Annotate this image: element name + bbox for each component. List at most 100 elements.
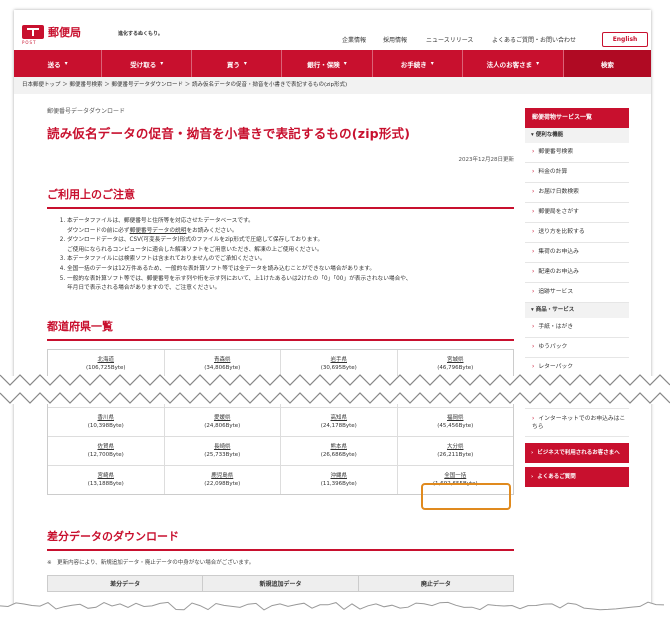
note-text: 本データファイルは、郵便番号と住所等を対応させたデータベースです。 xyxy=(67,218,254,224)
pref-cell: 高知県 (24,178Byte) xyxy=(281,408,398,436)
notice-divider xyxy=(47,207,514,209)
logo-sub: POST xyxy=(22,40,37,45)
diff-col: 差分データ xyxy=(48,576,204,591)
chevron-down-icon: ▾ xyxy=(64,60,68,67)
nav-label: お手続き xyxy=(400,60,427,69)
note-item: 本データファイルには検索ソフトは含まれておりませんのでご承知ください。 xyxy=(67,255,534,265)
pref-link[interactable]: 沖縄県 xyxy=(281,472,397,480)
nav-label: 送る xyxy=(47,60,61,69)
sidebar-item[interactable]: 追跡サービス xyxy=(525,283,629,303)
diff-col: 新規追加データ xyxy=(203,576,359,591)
pref-cell: 鹿児島県 (22,098Byte) xyxy=(165,466,281,494)
page-break-tear xyxy=(0,374,670,404)
sidebar-item[interactable]: 配達のお申込み xyxy=(525,263,629,283)
pref-link[interactable]: 熊本県 xyxy=(281,443,397,451)
util-link-faq[interactable]: よくあるご質問・お問い合わせ xyxy=(492,35,576,44)
business-button[interactable]: ビジネスで利用されるお客さまへ xyxy=(525,443,629,463)
sidebar-section-label: 便利な機能 xyxy=(535,132,564,138)
pref-link[interactable]: 北海道 xyxy=(48,356,164,364)
note-item: ダウンロードデータは、CSV(可変長データ)形式のファイルをzip形式で圧縮して… xyxy=(67,236,534,255)
sidebar-item[interactable]: ゆうパック xyxy=(525,338,629,358)
nav-buy[interactable]: 買う ▾ xyxy=(192,50,283,77)
nav-label: 買う xyxy=(226,60,240,69)
page-frame: POST 郵便局 進化するぬくもり。 企業情報 採用情報 ニュースリリース よく… xyxy=(14,10,651,610)
pref-link[interactable]: 香川県 xyxy=(48,414,164,422)
note-item: 一般的な表計算ソフト等では、郵便番号を示す列や桁を示す列において、上1けたあるい… xyxy=(67,275,534,294)
sidebar-item[interactable]: お届け日数検索 xyxy=(525,183,629,203)
nav-bank-insurance[interactable]: 銀行・保険 ▾ xyxy=(282,50,373,77)
sidebar: 郵便荷物サービス一覧 ▾ 便利な機能 郵便番号検索料金の計算お届け日数検索郵便局… xyxy=(525,108,629,487)
pref-link[interactable]: 青森県 xyxy=(165,356,281,364)
pref-cell: 香川県 (10,398Byte) xyxy=(48,408,165,436)
pref-link[interactable]: 大分県 xyxy=(398,443,514,451)
highlight-box xyxy=(421,483,511,510)
diff-col: 廃止データ xyxy=(420,581,451,588)
pref-link[interactable]: 佐賀県 xyxy=(48,443,164,451)
pref-link[interactable]: 愛媛県 xyxy=(165,414,281,422)
pref-cell: 熊本県 (26,686Byte) xyxy=(281,437,398,465)
pref-link[interactable]: 岩手県 xyxy=(281,356,397,364)
chevron-down-icon: ▾ xyxy=(343,60,347,67)
logo-text: 郵便局 xyxy=(48,26,81,39)
pref-link[interactable]: 福岡県 xyxy=(398,414,514,422)
main-content: 郵便番号データダウンロード 読み仮名データの促音・拗音を小書きで表記するもの(z… xyxy=(47,106,514,592)
nav-send[interactable]: 送る ▾ xyxy=(14,50,103,77)
sidebar-item[interactable]: 手紙・はがき xyxy=(525,318,629,338)
chevron-down-icon: ▾ xyxy=(430,60,434,67)
note-text: をお読みください。 xyxy=(186,227,238,234)
sidebar-item[interactable]: 集荷のお申込み xyxy=(525,243,629,263)
nav-procedures[interactable]: お手続き ▾ xyxy=(373,50,463,77)
pref-cell: 福岡県 (45,456Byte) xyxy=(398,408,514,436)
logo[interactable]: POST 郵便局 xyxy=(22,24,81,45)
pref-cell: 宮崎県 (13,188Byte) xyxy=(48,466,165,494)
pref-cell: 佐賀県 (12,700Byte) xyxy=(48,437,165,465)
util-link-recruit[interactable]: 採用情報 xyxy=(383,35,407,44)
nav-receive[interactable]: 受け取る ▾ xyxy=(102,50,193,77)
nav-search-button[interactable]: 検索 xyxy=(563,50,651,77)
note-item: 本データファイルは、郵便番号と住所等を対応させたデータベースです。ダウンロードの… xyxy=(67,217,534,236)
post-logo-icon xyxy=(22,25,44,39)
note-text: ダウンロードの前に必ず xyxy=(67,227,130,234)
pref-link[interactable]: 宮崎県 xyxy=(48,472,164,480)
pref-size: (25,733Byte) xyxy=(204,452,241,458)
sidebar-products-list: 手紙・はがきゆうパックレターパック xyxy=(525,318,629,378)
pref-cell: 沖縄県 (11,396Byte) xyxy=(281,466,398,494)
pref-link[interactable]: 宮城県 xyxy=(398,356,514,364)
pref-divider xyxy=(47,339,514,341)
sidebar-item[interactable]: 郵便局をさがす xyxy=(525,203,629,223)
pref-size: (26,211Byte) xyxy=(437,452,474,458)
sidebar-section-tools: ▾ 便利な機能 xyxy=(525,128,629,143)
sidebar-item[interactable]: 郵便番号検索 xyxy=(525,143,629,163)
faq-button[interactable]: よくあるご質問 xyxy=(525,467,629,487)
pref-size: (12,700Byte) xyxy=(87,452,124,458)
pref-link[interactable]: 鹿児島県 xyxy=(165,472,281,480)
sidebar-item[interactable]: 送り方を比較する xyxy=(525,223,629,243)
sidebar-section-products: ▾ 商品・サービス xyxy=(525,303,629,318)
english-button[interactable]: English xyxy=(602,32,648,47)
notice-list: 本データファイルは、郵便番号と住所等を対応させたデータベースです。ダウンロードの… xyxy=(47,217,534,294)
chevron-down-icon: ▾ xyxy=(160,60,164,67)
util-link-news[interactable]: ニュースリリース xyxy=(426,35,473,44)
pref-size: (45,456Byte) xyxy=(437,423,474,429)
sidebar-item-online-apply[interactable]: インターネットでのお申込みはこちら xyxy=(525,409,629,437)
diff-heading: 差分データのダウンロード xyxy=(47,530,179,543)
note-text: 年月日で表示される場合がありますので、ご注意ください。 xyxy=(67,285,221,292)
pref-link[interactable]: 高知県 xyxy=(281,414,397,422)
note-text: 本データファイルには検索ソフトは含まれておりませんのでご承知ください。 xyxy=(67,256,266,263)
chevron-down-icon: ▾ xyxy=(536,60,540,67)
sidebar-header: 郵便荷物サービス一覧 xyxy=(525,108,629,128)
util-link-corporate[interactable]: 企業情報 xyxy=(342,35,366,44)
pref-link[interactable]: 全国一括 xyxy=(398,472,514,480)
pref-link[interactable]: 長崎県 xyxy=(165,443,281,451)
sidebar-item[interactable]: 料金の計算 xyxy=(525,163,629,183)
chevron-down-icon: ▾ xyxy=(243,60,247,67)
pref-cell: 大分県 (26,211Byte) xyxy=(398,437,514,465)
pref-cell: 長崎県 (25,733Byte) xyxy=(165,437,281,465)
pref-size: (22,098Byte) xyxy=(204,481,241,487)
breadcrumb[interactable]: 日本郵便トップ ＞ 郵便番号検索 ＞ 郵便番号データダウンロード ＞ 読み仮名デ… xyxy=(14,77,651,94)
note-text: ダウンロードデータは、CSV(可変長データ)形式のファイルをzip形式で圧縮して… xyxy=(67,237,324,244)
nav-business[interactable]: 法人のお客さま ▾ xyxy=(463,50,564,77)
page-title: 読み仮名データの促音・拗音を小書きで表記するもの(zip形式) xyxy=(47,126,411,141)
diff-note: ※ 更新内容により、新規追加データ・廃止データの中身がない場合がございます。 xyxy=(47,560,255,566)
data-description-link[interactable]: 郵便番号データの説明 xyxy=(130,228,187,234)
